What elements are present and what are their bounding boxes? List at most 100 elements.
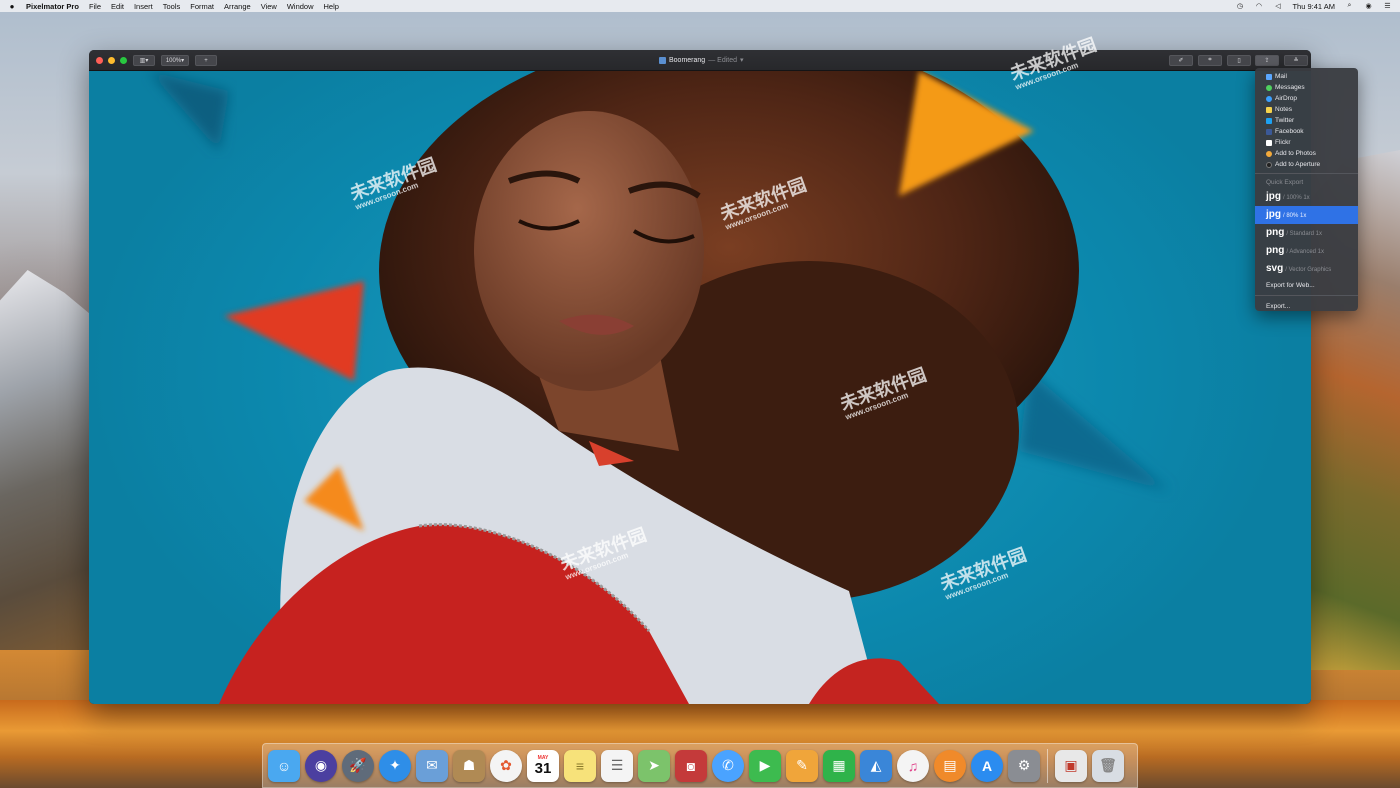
boomerang-photo bbox=[149, 71, 1169, 704]
quick-export-svg[interactable]: svg / Vector Graphics bbox=[1255, 260, 1358, 278]
dock: ☺ ◉ 🚀 ✦ ✉ ☗ ✿ MAY 31 ≡ ☰ ➤ ◙ ✆ ▶ ✎ ▦ ◭ ♫… bbox=[262, 743, 1138, 788]
menu-separator bbox=[1255, 173, 1358, 174]
photo-booth-icon[interactable]: ◙ bbox=[675, 749, 707, 782]
menu-format[interactable]: Format bbox=[190, 2, 214, 11]
volume-icon[interactable]: ◁ bbox=[1273, 2, 1282, 10]
quick-export-png-standard[interactable]: png / Standard 1x bbox=[1255, 224, 1358, 242]
share-mail-label: Mail bbox=[1275, 73, 1287, 80]
contacts-icon[interactable]: ☗ bbox=[453, 749, 485, 782]
crop-icon: ⌗ bbox=[1208, 57, 1212, 63]
airdrop-icon bbox=[1266, 95, 1272, 102]
share-add-to-photos-label: Add to Photos bbox=[1275, 150, 1316, 157]
flickr-icon bbox=[1266, 139, 1272, 146]
zoom-level-popup[interactable]: 100% ▾ bbox=[161, 55, 189, 66]
notification-center-icon[interactable]: ☰ bbox=[1383, 2, 1392, 10]
close-button[interactable] bbox=[96, 57, 103, 64]
document-title-area[interactable]: Boomerang — Edited ▾ bbox=[659, 56, 744, 64]
search-icon[interactable]: ⌕ bbox=[1345, 2, 1354, 10]
document-status: — Edited bbox=[708, 56, 737, 64]
menu-tools[interactable]: Tools bbox=[163, 2, 181, 11]
photos-icon bbox=[1266, 150, 1272, 157]
share-mail[interactable]: Mail bbox=[1255, 71, 1358, 82]
share-messages[interactable]: Messages bbox=[1255, 82, 1358, 93]
menu-insert[interactable]: Insert bbox=[134, 2, 153, 11]
facebook-icon bbox=[1266, 128, 1272, 135]
reminders-icon[interactable]: ☰ bbox=[601, 749, 633, 782]
photos-app-icon[interactable]: ✿ bbox=[490, 749, 522, 782]
share-twitter[interactable]: Twitter bbox=[1255, 115, 1358, 126]
share-notes[interactable]: Notes bbox=[1255, 104, 1358, 115]
maps-icon[interactable]: ➤ bbox=[638, 749, 670, 782]
user-icon[interactable]: ◉ bbox=[1364, 2, 1373, 10]
menubar-clock[interactable]: Thu 9:41 AM bbox=[1292, 2, 1335, 11]
menu-arrange[interactable]: Arrange bbox=[224, 2, 251, 11]
export-item[interactable]: Export... bbox=[1255, 299, 1358, 313]
menu-help[interactable]: Help bbox=[324, 2, 339, 11]
apple-menu-icon[interactable]: ● bbox=[8, 2, 16, 11]
quick-export-png-advanced[interactable]: png / Advanced 1x bbox=[1255, 242, 1358, 260]
view-toggle-button[interactable]: ▥▾ bbox=[133, 55, 155, 66]
itunes-icon[interactable]: ♫ bbox=[897, 749, 929, 782]
pages-icon[interactable]: ✎ bbox=[786, 749, 818, 782]
keynote-icon[interactable]: ◭ bbox=[860, 749, 892, 782]
trash-icon[interactable]: 🗑 bbox=[1092, 749, 1124, 782]
blurred-blue-shape-right bbox=[1019, 371, 1169, 491]
share-add-to-aperture-label: Add to Aperture bbox=[1275, 161, 1321, 168]
notes-app-icon[interactable]: ≡ bbox=[564, 749, 596, 782]
export-for-web-item[interactable]: Export for Web... bbox=[1255, 278, 1358, 292]
menu-view[interactable]: View bbox=[261, 2, 277, 11]
facetime-icon[interactable]: ▶ bbox=[749, 749, 781, 782]
add-layer-button[interactable]: + bbox=[195, 55, 217, 66]
export-format: jpg bbox=[1266, 191, 1281, 202]
share-button[interactable]: ⇪ bbox=[1255, 55, 1279, 66]
export-option: / Vector Graphics bbox=[1285, 267, 1332, 273]
finder-icon[interactable]: ☺ bbox=[268, 749, 300, 782]
aperture-icon bbox=[1266, 161, 1272, 168]
numbers-icon[interactable]: ▦ bbox=[823, 749, 855, 782]
zoom-button[interactable] bbox=[120, 57, 127, 64]
messages-app-icon[interactable]: ✆ bbox=[712, 749, 744, 782]
quick-export-jpg-80[interactable]: jpg / 80% 1x bbox=[1255, 206, 1358, 224]
paint-tool-icon: ✐ bbox=[1178, 58, 1184, 64]
share-airdrop[interactable]: AirDrop bbox=[1255, 93, 1358, 104]
time-machine-icon[interactable]: ◷ bbox=[1235, 2, 1244, 10]
window-controls bbox=[96, 57, 127, 64]
adjust-button[interactable]: ≚ bbox=[1284, 55, 1308, 66]
calendar-icon[interactable]: MAY 31 bbox=[527, 749, 559, 782]
zoom-level-value: 100% bbox=[165, 57, 182, 64]
share-add-to-aperture[interactable]: Add to Aperture bbox=[1255, 159, 1358, 170]
siri-icon[interactable]: ◉ bbox=[305, 749, 337, 782]
crop-button[interactable]: ⌗ bbox=[1198, 55, 1222, 66]
minimize-button[interactable] bbox=[108, 57, 115, 64]
system-preferences-icon[interactable]: ⚙ bbox=[1008, 749, 1040, 782]
safari-icon[interactable]: ✦ bbox=[379, 749, 411, 782]
blurred-blue-shape-top bbox=[149, 71, 229, 151]
image-canvas[interactable] bbox=[89, 71, 1311, 704]
share-airdrop-label: AirDrop bbox=[1275, 95, 1298, 102]
share-flickr[interactable]: Flickr bbox=[1255, 137, 1358, 148]
quick-export-heading: Quick Export bbox=[1266, 179, 1304, 186]
app-store-icon[interactable]: A bbox=[971, 749, 1003, 782]
launchpad-icon[interactable]: 🚀 bbox=[342, 749, 374, 782]
sidebar-icon: ▥▾ bbox=[139, 58, 149, 64]
chevron-down-icon: ▾ bbox=[740, 57, 744, 64]
ibooks-icon[interactable]: ▤ bbox=[934, 749, 966, 782]
export-format: svg bbox=[1266, 263, 1284, 274]
paint-tool-button[interactable]: ✐ bbox=[1169, 55, 1193, 66]
menu-app-name[interactable]: Pixelmator Pro bbox=[26, 2, 79, 11]
face bbox=[474, 111, 704, 391]
wifi-icon[interactable]: ◠ bbox=[1254, 2, 1263, 10]
wallpaper-mountain-left bbox=[0, 270, 92, 650]
menu-window[interactable]: Window bbox=[287, 2, 314, 11]
share-facebook[interactable]: Facebook bbox=[1255, 126, 1358, 137]
pixelmator-pro-icon[interactable]: ▣ bbox=[1055, 749, 1087, 782]
quick-export-jpg-100[interactable]: jpg / 100% 1x bbox=[1255, 188, 1358, 206]
menu-edit[interactable]: Edit bbox=[111, 2, 124, 11]
document-button[interactable]: ▯ bbox=[1227, 55, 1251, 66]
export-option: / Advanced 1x bbox=[1286, 249, 1325, 255]
share-icon: ⇪ bbox=[1264, 58, 1270, 64]
window-titlebar: ▥▾ 100% ▾ + Boomerang — Edited ▾ ✐ ⌗ ▯ ⇪ … bbox=[89, 50, 1311, 71]
share-add-to-photos[interactable]: Add to Photos bbox=[1255, 148, 1358, 159]
mail-app-icon[interactable]: ✉ bbox=[416, 749, 448, 782]
menu-file[interactable]: File bbox=[89, 2, 101, 11]
